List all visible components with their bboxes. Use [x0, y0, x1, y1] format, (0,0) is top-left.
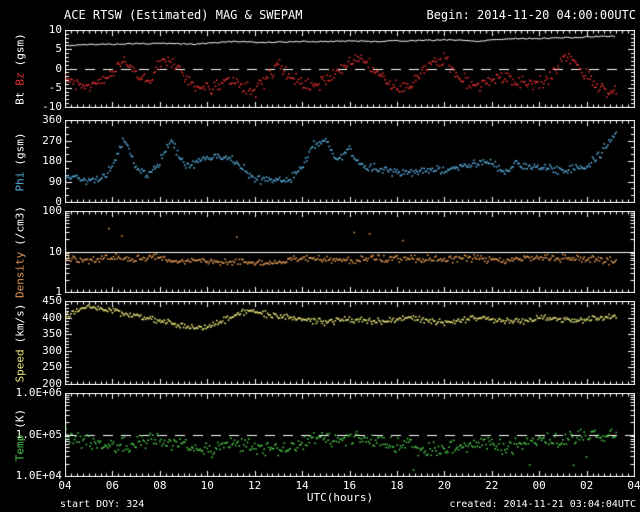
- xtick-label: 12: [248, 479, 262, 492]
- ytick-label-mag: -5: [48, 80, 62, 94]
- yaxis-label-segment: (gsm): [13, 132, 27, 166]
- panel-density-canvas: [65, 211, 635, 293]
- yaxis-label-segment: Speed: [13, 349, 27, 383]
- ytick-label-density: 10: [48, 244, 62, 258]
- xtick-label: 04: [58, 479, 72, 492]
- x-axis-title: UTC(hours): [306, 491, 374, 504]
- ytick-label-speed: 250: [42, 360, 62, 374]
- ytick-label-mag: -10: [42, 100, 62, 113]
- start-doy-label: start DOY: 324: [60, 499, 145, 510]
- yaxis-label-segment: Density: [13, 251, 27, 299]
- yaxis-label-segment: Temp: [13, 434, 27, 462]
- yaxis-label-temp: Temp (K): [14, 406, 27, 464]
- yaxis-label-segment: Bt: [13, 91, 27, 105]
- panel-phi: 360 270 180 90 0: [0, 114, 640, 208]
- ytick-label-speed: 350: [42, 327, 62, 341]
- xtick-label: 06: [105, 479, 120, 492]
- plot-title: ACE RTSW (Estimated) MAG & SWEPAM: [64, 8, 303, 22]
- ytick-label-mag: 10: [48, 23, 62, 36]
- ytick-label-temp: 1.0E+06: [15, 386, 62, 399]
- ytick-label-phi: 270: [42, 133, 62, 147]
- ytick-label-phi: 180: [42, 154, 62, 167]
- xtick-label: 08: [153, 479, 167, 492]
- panel-mag: 10 5 0 -5 -10: [0, 24, 640, 113]
- begin-timestamp: Begin: 2014-11-20 04:00:00UTC: [426, 8, 636, 22]
- ytick-label-density: 100: [42, 204, 62, 217]
- xtick-label: 02: [579, 479, 594, 492]
- yaxis-label-segment: (K): [13, 408, 27, 429]
- panel-mag-canvas: [65, 30, 635, 108]
- yaxis-label-segment: (gsm): [13, 33, 27, 67]
- panel-phi-canvas: [65, 120, 635, 203]
- panel-speed-canvas: [65, 301, 635, 385]
- ytick-label-temp: 1.0E+05: [15, 427, 62, 441]
- ytick-label-temp: 1.0E+04: [15, 469, 62, 482]
- ytick-label-speed: 400: [42, 310, 62, 324]
- panel-speed: 450 400 350 300 250 200: [0, 295, 640, 390]
- ytick-label-phi: 90: [48, 174, 62, 188]
- xtick-label: 20: [437, 479, 451, 492]
- ytick-label-phi: 360: [42, 113, 62, 126]
- ytick-label-speed: 450: [42, 294, 62, 307]
- yaxis-label-segment: Bz: [13, 72, 27, 86]
- yaxis-label-segment: (km/s): [13, 303, 27, 344]
- yaxis-label-speed: Speed (km/s): [14, 301, 27, 386]
- xtick-label: 04: [627, 479, 640, 492]
- xtick-label: 10: [200, 479, 214, 492]
- panel-temp: 1.0E+06 1.0E+05 1.0E+04: [0, 387, 640, 482]
- yaxis-label-phi: Phi (gsm): [14, 129, 27, 194]
- xtick-label: 00: [532, 479, 546, 492]
- ytick-label-mag: 0: [55, 61, 62, 75]
- ytick-label-speed: 300: [42, 343, 62, 357]
- ace-rtsw-plot: ACE RTSW (Estimated) MAG & SWEPAM Begin:…: [0, 0, 640, 512]
- xtick-label: 22: [485, 479, 499, 492]
- created-timestamp: created: 2014-11-21 03:04:04UTC: [449, 499, 636, 510]
- xtick-label: 14: [295, 479, 309, 492]
- yaxis-label-mag: Bt Bz (gsm): [14, 30, 27, 108]
- ytick-label-mag: 5: [55, 42, 62, 56]
- panel-temp-canvas: [65, 393, 635, 477]
- yaxis-label-segment: Phi: [13, 171, 27, 191]
- yaxis-label-density: Density (/cm3): [14, 203, 27, 301]
- title-row: ACE RTSW (Estimated) MAG & SWEPAM Begin:…: [64, 8, 636, 22]
- yaxis-label-segment: (/cm3): [13, 205, 27, 246]
- xtick-label: 18: [390, 479, 404, 492]
- panel-density: 100 10 1: [0, 205, 640, 298]
- xtick-label: 16: [342, 479, 357, 492]
